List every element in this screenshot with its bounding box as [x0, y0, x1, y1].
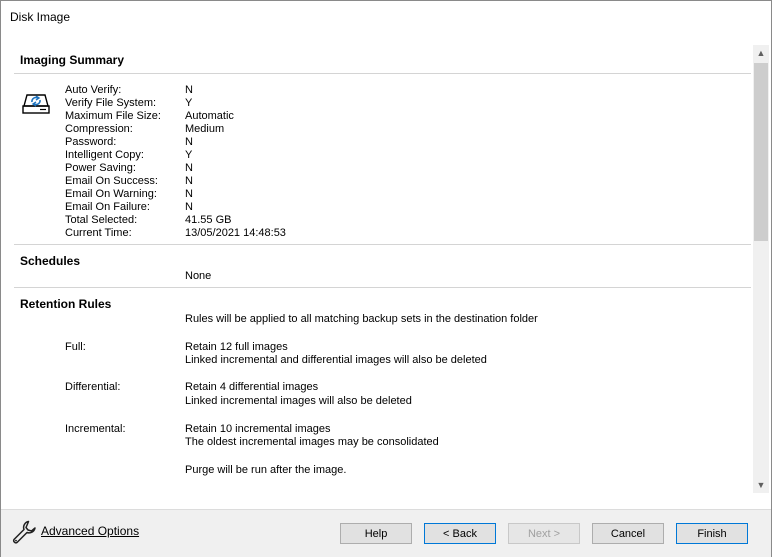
help-button[interactable]: Help	[340, 523, 412, 544]
email-on-failure-label: Email On Failure:	[65, 201, 150, 213]
differential-label: Differential:	[65, 381, 121, 393]
cancel-button[interactable]: Cancel	[592, 523, 664, 544]
retention-intro: Rules will be applied to all matching ba…	[185, 313, 538, 325]
power-saving-label: Power Saving:	[65, 162, 136, 174]
purge-note: Purge will be run after the image.	[185, 464, 347, 476]
total-selected-label: Total Selected:	[65, 214, 138, 226]
back-button[interactable]: < Back	[424, 523, 496, 544]
scroll-up-arrow-icon[interactable]: ▲	[753, 45, 769, 61]
schedules-heading: Schedules	[20, 254, 81, 268]
intelligent-copy-label: Intelligent Copy:	[65, 149, 144, 161]
disk-image-window: Disk Image Imaging Summary Auto Verify: …	[0, 0, 772, 557]
current-time-value: 13/05/2021 14:48:53	[185, 227, 286, 239]
email-on-warning-value: N	[185, 188, 193, 200]
advanced-options-link[interactable]: Advanced Options	[41, 524, 139, 538]
email-on-failure-value: N	[185, 201, 193, 213]
divider	[14, 244, 751, 245]
maximum-file-size-label: Maximum File Size:	[65, 110, 161, 122]
full-line1: Retain 12 full images	[185, 341, 288, 353]
email-on-warning-label: Email On Warning:	[65, 188, 157, 200]
email-on-success-value: N	[185, 175, 193, 187]
auto-verify-label: Auto Verify:	[65, 84, 122, 96]
title-bar: Disk Image	[1, 1, 771, 33]
window-title: Disk Image	[10, 10, 71, 24]
intelligent-copy-value: Y	[185, 149, 193, 161]
disk-image-icon	[22, 94, 50, 114]
imaging-summary-heading: Imaging Summary	[20, 53, 125, 67]
vertical-scrollbar[interactable]: ▲ ▼	[753, 45, 769, 493]
dialog-footer: Advanced Options Help < Back Next > Canc…	[1, 509, 771, 557]
maximum-file-size-value: Automatic	[185, 110, 234, 122]
finish-button[interactable]: Finish	[676, 523, 748, 544]
incremental-label: Incremental:	[65, 423, 126, 435]
incremental-line1: Retain 10 incremental images	[185, 423, 331, 435]
password-value: N	[185, 136, 193, 148]
next-button[interactable]: Next >	[508, 523, 580, 544]
full-line2: Linked incremental and differential imag…	[185, 354, 487, 366]
compression-label: Compression:	[65, 123, 133, 135]
email-on-success-label: Email On Success:	[65, 175, 158, 187]
differential-line2: Linked incremental images will also be d…	[185, 395, 412, 407]
password-label: Password:	[65, 136, 117, 148]
incremental-line2: The oldest incremental images may be con…	[185, 436, 439, 448]
current-time-label: Current Time:	[65, 227, 132, 239]
wrench-icon[interactable]	[11, 519, 37, 545]
auto-verify-value: N	[185, 84, 193, 96]
total-selected-value: 41.55 GB	[185, 214, 232, 226]
verify-file-system-value: Y	[185, 97, 193, 109]
schedules-value: None	[185, 270, 212, 282]
divider	[14, 73, 751, 74]
retention-rules-heading: Retention Rules	[20, 297, 112, 311]
scroll-down-arrow-icon[interactable]: ▼	[753, 477, 769, 493]
compression-value: Medium	[185, 123, 225, 135]
differential-line1: Retain 4 differential images	[185, 381, 319, 393]
summary-panel: Imaging Summary Auto Verify: N Verify Fi…	[14, 45, 754, 493]
power-saving-value: N	[185, 162, 193, 174]
full-label: Full:	[65, 341, 86, 353]
scrollbar-thumb[interactable]	[754, 63, 768, 241]
divider	[14, 287, 751, 288]
verify-file-system-label: Verify File System:	[65, 97, 157, 109]
